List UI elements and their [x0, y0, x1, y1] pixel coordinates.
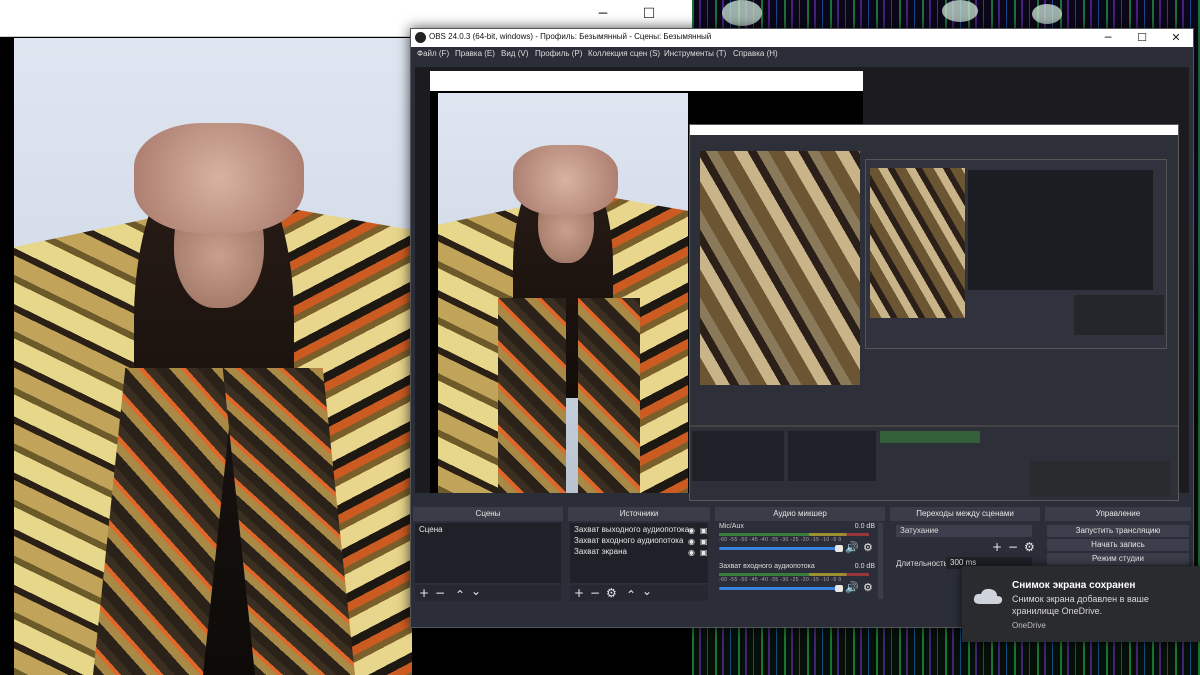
list-item[interactable]: Захват экрана [574, 547, 627, 556]
scenes-dock: Сцены Сцена + − ⌃ ⌄ [413, 507, 563, 603]
gear-icon[interactable]: ⚙ [863, 581, 873, 595]
desktop-flower [942, 0, 978, 22]
start-recording-button[interactable]: Начать запись [1047, 539, 1189, 551]
sources-toolbar: + − ⚙ ⌃ ⌄ [570, 584, 708, 602]
scenes-toolbar: + − ⌃ ⌄ [415, 584, 561, 602]
menu-edit[interactable]: Правка (E) [455, 49, 495, 58]
notification-source: OneDrive [1012, 621, 1046, 630]
obs-logo-icon [415, 32, 426, 43]
remove-icon[interactable]: − [1008, 540, 1018, 554]
speaker-icon[interactable]: 🔊 [845, 541, 859, 555]
obs-window: OBS 24.0.3 (64-bit, windows) - Профиль: … [410, 28, 1194, 628]
add-icon[interactable]: + [992, 540, 1002, 554]
meter-ticks: -60 -55 -50 -45 -40 -35 -30 -25 -20 -15 … [719, 537, 842, 543]
move-down-icon[interactable]: ⌄ [471, 584, 481, 598]
transition-select[interactable]: Затухание [896, 525, 1032, 537]
start-streaming-button[interactable]: Запустить трансляцию [1047, 525, 1189, 537]
list-item[interactable]: Захват выходного аудиопотока [574, 525, 689, 534]
move-up-icon[interactable]: ⌃ [626, 588, 636, 602]
obs-title-bar: OBS 24.0.3 (64-bit, windows) - Профиль: … [411, 29, 1193, 47]
channel-db: 0.0 dB [854, 523, 875, 530]
scenes-list: Сцена [415, 523, 561, 583]
nested-obs-capture [689, 124, 1179, 501]
audio-mixer-dock: Аудио микшер Mic/Aux 0.0 dB -60 -55 -50 … [715, 507, 885, 603]
minimize-button[interactable]: ─ [580, 0, 626, 30]
transitions-header: Переходы между сценами [890, 507, 1040, 521]
mixer-channel: Захват входного аудиопотока 0.0 dB -60 -… [717, 563, 875, 599]
menu-view[interactable]: Вид (V) [501, 49, 528, 58]
menu-tools[interactable]: Инструменты (T) [664, 49, 726, 58]
sources-header: Источники [568, 507, 710, 521]
notification-body: Снимок экрана добавлен в ваше хранилище … [1012, 594, 1149, 616]
lock-icon[interactable]: ▣ [700, 546, 708, 560]
volume-slider-handle[interactable] [835, 585, 843, 592]
duration-label: Длительность [896, 559, 948, 568]
move-up-icon[interactable]: ⌃ [455, 588, 465, 602]
obs-minimize-button[interactable]: ─ [1091, 29, 1125, 47]
menu-file[interactable]: Файл (F) [417, 49, 449, 58]
mixer-scrollbar[interactable] [878, 523, 883, 599]
onedrive-notification[interactable]: Снимок экрана сохранен Снимок экрана доб… [962, 566, 1200, 642]
obs-window-title: OBS 24.0.3 (64-bit, windows) - Профиль: … [429, 32, 712, 41]
obs-menu-bar: Файл (F) Правка (E) Вид (V) Профиль (P) … [411, 47, 1193, 63]
gear-icon[interactable]: ⚙ [1024, 540, 1035, 554]
obs-preview[interactable] [415, 67, 1189, 501]
notification-title: Снимок экрана сохранен [1012, 580, 1136, 591]
channel-name: Захват входного аудиопотока [719, 563, 815, 570]
channel-name: Mic/Aux [719, 523, 744, 530]
menu-scene-collection[interactable]: Коллекция сцен (S) [588, 49, 660, 58]
mixer-header: Аудио микшер [715, 507, 885, 521]
add-icon[interactable]: + [419, 586, 429, 600]
preview-webcam-image [438, 93, 688, 493]
cloud-icon [973, 588, 1003, 604]
obs-close-button[interactable]: ✕ [1159, 29, 1193, 47]
sources-list: Захват выходного аудиопотока Захват вход… [570, 523, 708, 583]
add-icon[interactable]: + [574, 586, 584, 600]
list-item[interactable]: Сцена [419, 525, 443, 534]
menu-profile[interactable]: Профиль (P) [535, 49, 582, 58]
mixer-channel: Mic/Aux 0.0 dB -60 -55 -50 -45 -40 -35 -… [717, 523, 875, 559]
remove-icon[interactable]: − [435, 586, 445, 600]
volume-slider-handle[interactable] [835, 545, 843, 552]
webcam-photo [14, 38, 412, 675]
scenes-header: Сцены [413, 507, 563, 521]
gear-icon[interactable]: ⚙ [863, 541, 873, 555]
sources-dock: Источники Захват выходного аудиопотока З… [568, 507, 710, 603]
studio-mode-button[interactable]: Режим студии [1047, 553, 1189, 565]
gear-icon[interactable]: ⚙ [606, 586, 617, 600]
menu-help[interactable]: Справка (H) [733, 49, 778, 58]
controls-header: Управление [1045, 507, 1191, 521]
volume-slider[interactable] [719, 587, 839, 590]
speaker-icon[interactable]: 🔊 [845, 581, 859, 595]
channel-db: 0.0 dB [854, 563, 875, 570]
meter-ticks: -60 -55 -50 -45 -40 -35 -30 -25 -20 -15 … [719, 577, 842, 583]
remove-icon[interactable]: − [590, 586, 600, 600]
desktop-flower [722, 0, 762, 26]
volume-meter [719, 573, 869, 576]
move-down-icon[interactable]: ⌄ [642, 584, 652, 598]
volume-slider[interactable] [719, 547, 839, 550]
obs-maximize-button[interactable]: ☐ [1125, 29, 1159, 47]
list-item[interactable]: Захват входного аудиопотока [574, 536, 683, 545]
eye-icon[interactable]: ◉ [688, 546, 695, 560]
maximize-button[interactable]: ☐ [626, 0, 672, 30]
desktop-flower [1032, 4, 1062, 24]
volume-meter [719, 533, 869, 536]
